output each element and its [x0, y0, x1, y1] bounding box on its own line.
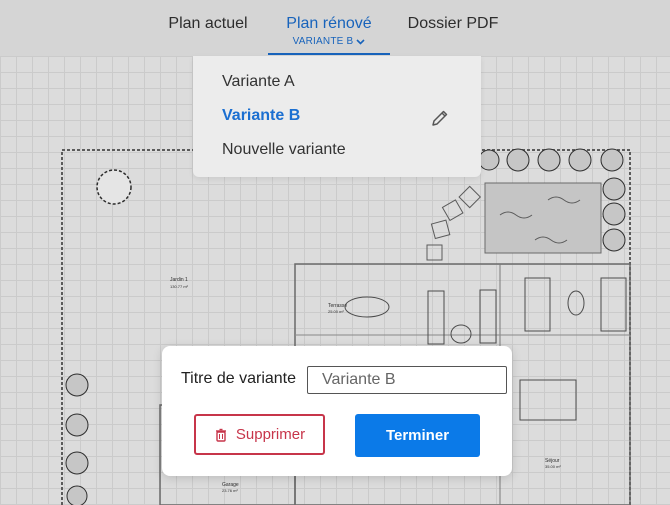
tab-label: Plan rénové — [286, 15, 372, 32]
variant-title-dialog: Titre de variante Supprimer Terminer — [162, 346, 512, 476]
tab-label: Dossier PDF — [407, 15, 499, 32]
active-tab-indicator — [268, 53, 390, 55]
chevron-down-icon — [356, 38, 365, 45]
hedge-row-left — [65, 373, 89, 505]
stepping-stone — [441, 199, 464, 222]
delete-button-label: Supprimer — [235, 426, 306, 443]
pool — [484, 182, 602, 254]
room-area-terrasse: 25.00 m² — [328, 309, 344, 314]
dropdown-item-nouvelle-variante[interactable]: Nouvelle variante — [222, 141, 346, 159]
variant-title-label: Titre de variante — [181, 370, 297, 387]
variant-dropdown: Variante A Variante B Nouvelle variante — [193, 56, 481, 177]
stepping-stone — [426, 244, 443, 261]
tab-plan-actuel[interactable]: Plan actuel — [160, 0, 256, 56]
dropdown-item-variante-b[interactable]: Variante B — [222, 107, 300, 125]
variant-selector[interactable]: VARIANTE B — [293, 36, 366, 47]
sun-lounger — [427, 290, 445, 345]
patio-table — [344, 296, 390, 318]
top-tab-bar: Plan actuel Plan rénové VARIANTE B Dossi… — [0, 0, 670, 56]
room-area-jardin: 130.77 m² — [170, 284, 189, 289]
dining-table — [519, 379, 577, 421]
variant-selector-label: VARIANTE B — [292, 36, 354, 47]
finish-button[interactable]: Terminer — [355, 414, 480, 457]
dropdown-item-variante-a[interactable]: Variante A — [222, 73, 295, 91]
trash-icon — [215, 428, 226, 442]
room-label-jardin: Jardin 1 — [170, 277, 188, 283]
finish-button-label: Terminer — [385, 427, 450, 444]
pencil-icon[interactable] — [430, 108, 450, 128]
tab-dossier-pdf[interactable]: Dossier PDF — [402, 0, 504, 56]
sofa — [600, 277, 627, 332]
variant-title-input[interactable] — [307, 366, 507, 394]
delete-button[interactable]: Supprimer — [194, 414, 325, 455]
stepping-stone — [430, 219, 451, 240]
stepping-stone — [458, 185, 482, 209]
tree — [96, 169, 132, 205]
room-area-garage: 23.76 m² — [222, 488, 238, 493]
tab-plan-renove[interactable]: Plan rénové VARIANTE B — [268, 0, 390, 56]
tab-label: Plan actuel — [168, 15, 248, 32]
coffee-table — [567, 290, 585, 316]
sofa — [524, 277, 551, 332]
side-table — [450, 324, 472, 344]
room-area-salon: 35.00 m² — [545, 464, 561, 469]
